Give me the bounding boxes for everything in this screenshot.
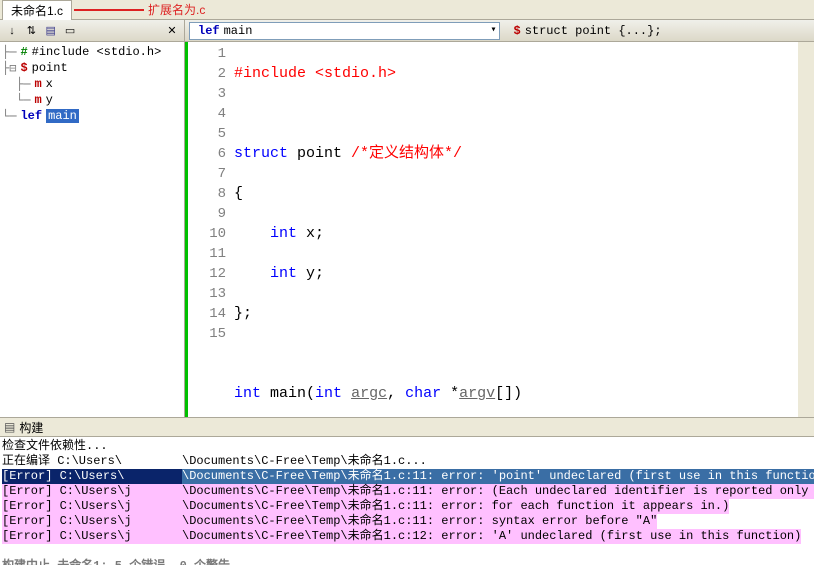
annotation-line <box>74 9 144 11</box>
output-error-line[interactable]: [Error] C:\Users\j\Documents\C-Free\Temp… <box>2 529 812 544</box>
symbol-panel: ↓ ⇅ ▤ ▭ ✕ ├─##include <stdio.h> ├⊟$point… <box>0 20 185 417</box>
output-line: 检查文件依赖性... <box>2 439 812 454</box>
build-output[interactable]: 检查文件依赖性... 正在编译 C:\Users\\Documents\C-Fr… <box>0 437 814 565</box>
code-body[interactable]: #include <stdio.h> struct point /*定义结构体*… <box>232 42 798 417</box>
tree-item-struct[interactable]: ├⊟$point <box>2 60 182 76</box>
output-line <box>2 544 812 559</box>
output-error-line[interactable]: [Error] C:\Users\j\Documents\C-Free\Temp… <box>2 514 812 529</box>
tree-item-main[interactable]: └─lefmain <box>2 108 182 124</box>
tree-item-include[interactable]: ├─##include <stdio.h> <box>2 44 182 60</box>
output-error-line[interactable]: [Error] C:\Users\j\Documents\C-Free\Temp… <box>2 499 812 514</box>
symbol-tree: ├─##include <stdio.h> ├⊟$point ├─mx └─my… <box>0 42 184 417</box>
close-icon[interactable]: ✕ <box>164 23 180 39</box>
sort-icon[interactable]: ⇅ <box>23 22 39 38</box>
tree-item-member-y[interactable]: └─my <box>2 92 182 108</box>
file-tab[interactable]: 未命名1.c <box>2 0 72 20</box>
build-panel-title: 构建 <box>19 419 43 436</box>
output-line: 正在编译 C:\Users\\Documents\C-Free\Temp\未命名… <box>2 454 812 469</box>
main-area: ↓ ⇅ ▤ ▭ ✕ ├─##include <stdio.h> ├⊟$point… <box>0 20 814 417</box>
page-icon[interactable]: ▭ <box>62 22 78 38</box>
symbol-toolbar: ↓ ⇅ ▤ ▭ ✕ <box>0 20 184 42</box>
build-icon: ▤ <box>4 420 15 434</box>
file-tab-bar: 未命名1.c 扩展名为.c <box>0 0 814 20</box>
nav-bar: lef main ▾ $ struct point {...}; <box>185 20 814 42</box>
chevron-down-icon: ▾ <box>490 24 496 36</box>
annotation-label: 扩展名为.c <box>148 1 205 18</box>
scope-display[interactable]: $ struct point {...}; <box>504 24 811 38</box>
code-editor[interactable]: 123456789101112131415 #include <stdio.h>… <box>185 42 814 417</box>
vertical-scrollbar[interactable] <box>798 42 814 417</box>
build-summary: 构建中止 未命名1: 5 个错误, 0 个警告 <box>2 559 812 565</box>
line-gutter: 123456789101112131415 <box>188 42 232 417</box>
editor-panel: lef main ▾ $ struct point {...}; 1234567… <box>185 20 814 417</box>
function-dropdown[interactable]: lef main ▾ <box>189 22 500 40</box>
output-error-line[interactable]: [Error] C:\Users\\Documents\C-Free\Temp\… <box>2 469 812 484</box>
tree-item-member-x[interactable]: ├─mx <box>2 76 182 92</box>
output-error-line[interactable]: [Error] C:\Users\j\Documents\C-Free\Temp… <box>2 484 812 499</box>
list-icon[interactable]: ▤ <box>43 22 59 38</box>
build-panel-header[interactable]: ▤ 构建 <box>0 417 814 437</box>
sort-down-icon[interactable]: ↓ <box>4 23 20 39</box>
